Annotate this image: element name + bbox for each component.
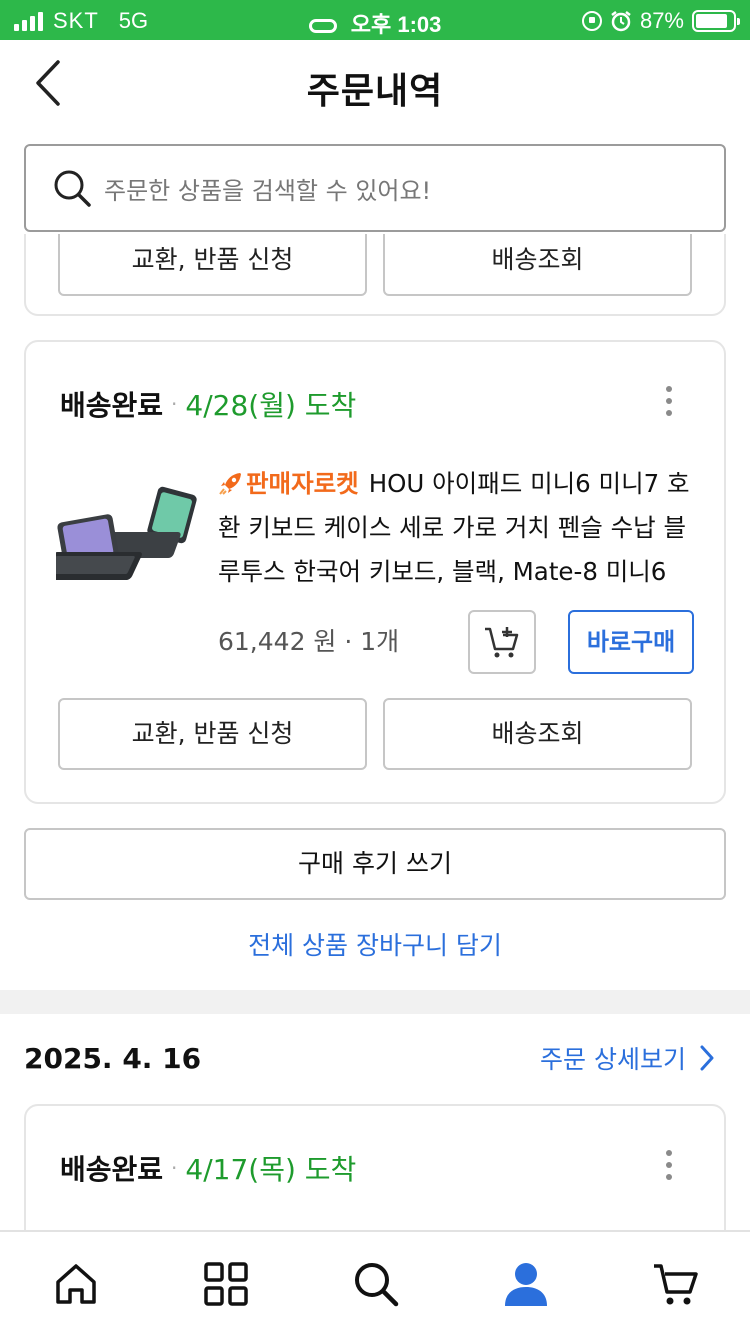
link-icon xyxy=(308,19,337,34)
nav-cart[interactable] xyxy=(652,1260,700,1308)
cart-plus-icon xyxy=(485,627,519,658)
category-grid-icon xyxy=(204,1262,248,1306)
tracking-button[interactable]: 배송조회 xyxy=(383,698,692,770)
page-title: 주문내역 xyxy=(306,71,444,112)
nav-search[interactable] xyxy=(352,1260,400,1308)
price-quantity: 61,442 원 · 1개 xyxy=(218,627,400,656)
status-time: 오후 1:03 xyxy=(350,12,442,37)
delivery-status: 배송완료 · 4/17(목) 도착 xyxy=(60,1148,356,1188)
order-card: 배송완료 · 4/28(월) 도착 판매자로켓 HOU 아이패드 미니6 미니7 … xyxy=(24,340,726,804)
exchange-return-button[interactable]: 교환, 반품 신청 xyxy=(58,234,367,296)
order-detail-label: 주문 상세보기 xyxy=(540,1045,686,1074)
order-card-next: 배송완료 · 4/17(목) 도착 xyxy=(24,1104,726,1230)
status-bar: SKT 5G 오후 1:03 87% xyxy=(0,0,750,40)
arrival-date: 4/17(목) 도착 xyxy=(185,1153,357,1186)
tracking-button[interactable]: 배송조회 xyxy=(383,234,692,296)
nav-home[interactable] xyxy=(52,1260,100,1308)
delivery-status: 배송완료 · 4/28(월) 도착 xyxy=(60,384,356,424)
order-detail-link[interactable]: 주문 상세보기 xyxy=(540,1040,714,1076)
my-profile-icon xyxy=(505,1263,547,1306)
order-date: 2025. 4. 16 xyxy=(24,1042,202,1075)
orientation-lock-icon xyxy=(581,11,602,31)
order-list[interactable]: 교환, 반품 신청 배송조회 배송완료 · 4/28(월) 도착 판매자로켓 HO… xyxy=(0,234,750,1230)
add-to-cart-button[interactable] xyxy=(468,610,536,674)
search-placeholder: 주문한 상품을 검색할 수 있어요! xyxy=(104,176,432,205)
separator-dot: · xyxy=(171,392,178,416)
status-label: 배송완료 xyxy=(60,1153,164,1186)
battery-icon xyxy=(692,10,740,32)
buy-now-button[interactable]: 바로구매 xyxy=(568,610,694,674)
product-image[interactable] xyxy=(56,482,206,592)
status-label: 배송완료 xyxy=(60,389,164,422)
rocket-icon xyxy=(219,473,241,495)
search-icon xyxy=(54,170,91,207)
search-icon xyxy=(355,1263,399,1307)
more-options-icon[interactable] xyxy=(664,1150,674,1186)
write-review-button[interactable]: 구매 후기 쓰기 xyxy=(24,828,726,900)
home-icon xyxy=(56,1264,96,1304)
header: 주문내역 xyxy=(0,40,750,130)
order-card-previous: 교환, 반품 신청 배송조회 xyxy=(24,234,726,316)
nav-category[interactable] xyxy=(202,1260,250,1308)
battery-percent: 87% xyxy=(639,8,684,33)
chevron-right-icon xyxy=(700,1045,714,1071)
bottom-navigation xyxy=(0,1230,750,1334)
separator-dot: · xyxy=(171,1156,178,1180)
search-input[interactable]: 주문한 상품을 검색할 수 있어요! xyxy=(24,144,726,232)
seller-rocket-badge: 판매자로켓 xyxy=(218,469,359,498)
cart-icon xyxy=(654,1264,698,1305)
arrival-date: 4/28(월) 도착 xyxy=(185,389,357,422)
section-divider xyxy=(0,990,750,1014)
exchange-return-button[interactable]: 교환, 반품 신청 xyxy=(58,698,367,770)
more-options-icon[interactable] xyxy=(664,386,674,422)
add-all-to-cart-link[interactable]: 전체 상품 장바구니 담기 xyxy=(0,926,750,962)
alarm-icon xyxy=(611,11,631,32)
nav-my-profile[interactable] xyxy=(502,1260,550,1308)
product-title[interactable]: 판매자로켓 HOU 아이패드 미니6 미니7 호환 키보드 케이스 세로 가로 거… xyxy=(218,462,708,594)
